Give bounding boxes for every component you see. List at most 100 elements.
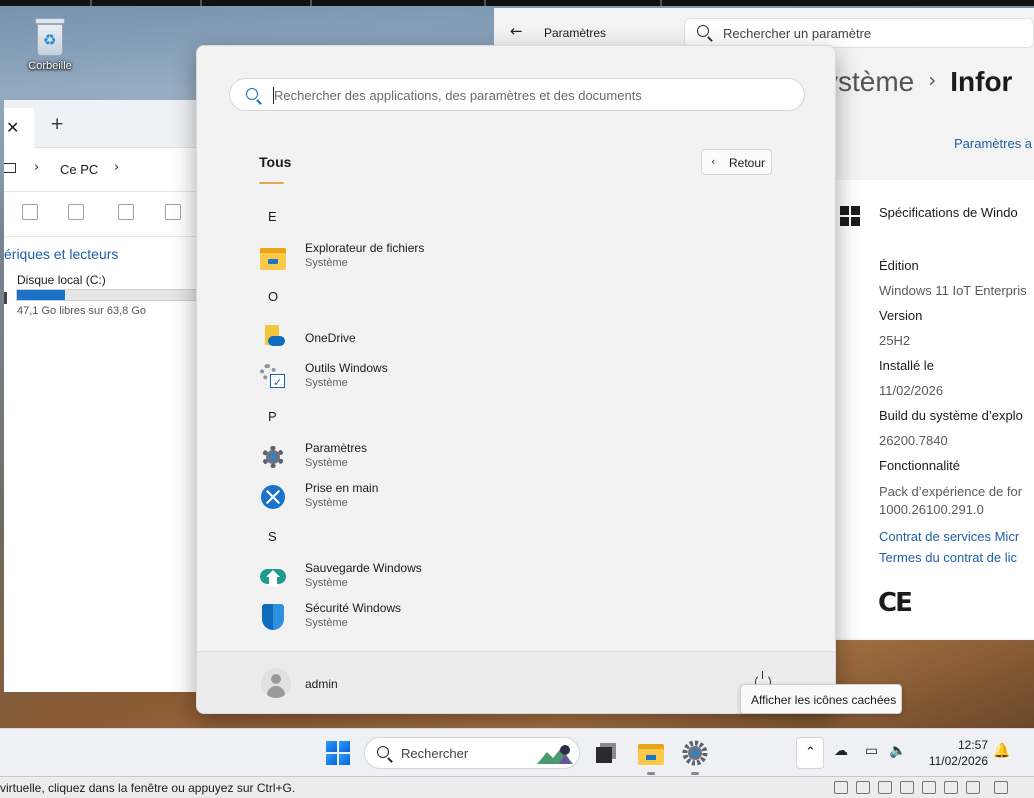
chevron-right-icon: › xyxy=(928,68,937,92)
breadcrumb-system[interactable]: ystème xyxy=(824,66,914,97)
volume-icon[interactable]: 🔈 xyxy=(889,743,906,759)
settings-gear-icon[interactable] xyxy=(681,739,709,767)
app-onedrive[interactable]: OneDrive xyxy=(257,319,777,357)
taskbar-clock[interactable]: 12:57 11/02/2026 xyxy=(918,737,988,769)
version-value: 25H2 xyxy=(879,333,911,348)
hdd-status-icon[interactable] xyxy=(834,781,848,794)
license-terms-link[interactable]: Termes du contrat de lic xyxy=(879,550,1017,565)
breadcrumb-this-pc[interactable]: Ce PC xyxy=(60,162,98,177)
windows-tools-icon: ✓ xyxy=(260,364,286,390)
share-icon[interactable] xyxy=(118,204,134,220)
experience-value: Pack d’expérience de for xyxy=(879,484,1023,499)
breadcrumb-info: Infor xyxy=(950,66,1013,97)
chevron-right-icon[interactable]: › xyxy=(34,160,39,175)
recycle-bin-label: Corbeille xyxy=(28,60,72,72)
app-windows-security[interactable]: Sécurité Windows Système xyxy=(257,599,777,637)
search-icon xyxy=(246,88,258,100)
notification-bell-icon[interactable]: 🔔 xyxy=(993,743,1010,759)
app-category: Système xyxy=(305,577,348,589)
taskbar-search-box[interactable]: Rechercher xyxy=(364,737,580,769)
app-category: Système xyxy=(305,497,348,509)
vm-status-message: virtuelle, cliquez dans la fenêtre ou ap… xyxy=(0,781,296,795)
host-key-icon[interactable] xyxy=(994,781,1008,794)
backup-icon xyxy=(260,564,286,590)
user-name[interactable]: admin xyxy=(305,677,338,691)
app-name: Sécurité Windows xyxy=(305,601,402,615)
shield-icon xyxy=(260,604,286,630)
task-view-icon[interactable] xyxy=(592,739,620,767)
close-tab-icon[interactable]: ✕ xyxy=(6,118,19,137)
explorer-address-bar[interactable]: › Ce PC › xyxy=(4,148,203,192)
app-windows-tools[interactable]: ✓ Outils Windows Système xyxy=(257,359,777,397)
explorer-tab[interactable]: ✕ xyxy=(4,108,34,148)
display-status-icon[interactable] xyxy=(966,781,980,794)
letter-header-e[interactable]: E xyxy=(268,209,277,224)
network-status-icon[interactable] xyxy=(878,781,892,794)
drive-c-usage-bar xyxy=(16,289,202,301)
letter-header-s[interactable]: S xyxy=(268,529,277,544)
edition-label: Édition xyxy=(879,258,919,273)
explorer-command-bar xyxy=(4,192,203,237)
clock-date: 11/02/2026 xyxy=(928,754,988,768)
usb-status-icon[interactable] xyxy=(922,781,936,794)
cloud-offline-icon[interactable]: ☁ xyxy=(834,743,848,759)
installed-on-value: 11/02/2026 xyxy=(879,383,944,398)
edition-value: Windows 11 IoT Enterpris xyxy=(879,283,1027,298)
user-avatar-icon[interactable] xyxy=(261,668,291,698)
app-name: Outils Windows xyxy=(305,361,388,375)
search-highlight-icon xyxy=(537,745,573,764)
network-icon[interactable]: ▭ xyxy=(865,743,878,759)
installed-on-label: Installé le xyxy=(879,358,934,373)
start-search-input[interactable] xyxy=(274,83,774,107)
recycle-bin[interactable]: ♻ Corbeille xyxy=(20,18,80,72)
chevron-right-icon[interactable]: › xyxy=(114,160,119,175)
app-settings[interactable]: Paramètres Système xyxy=(257,439,777,477)
shared-folder-status-icon[interactable] xyxy=(944,781,958,794)
delete-icon[interactable] xyxy=(165,204,181,220)
rename-icon[interactable] xyxy=(68,204,84,220)
vm-top-strip xyxy=(0,0,1034,6)
drive-c-name[interactable]: Disque local (C:) xyxy=(17,273,106,287)
start-search-box[interactable] xyxy=(229,78,805,111)
app-category: Système xyxy=(305,257,348,269)
app-name: Paramètres xyxy=(305,441,368,455)
new-tab-icon[interactable]: + xyxy=(50,114,64,134)
search-icon xyxy=(697,25,709,37)
back-arrow-icon[interactable]: ← xyxy=(510,22,523,40)
settings-search-box[interactable]: Rechercher un paramètre xyxy=(684,18,1034,48)
experience-label: Fonctionnalité xyxy=(879,458,960,473)
recycle-bin-icon: ♻ xyxy=(33,18,67,56)
audio-status-icon[interactable] xyxy=(900,781,914,794)
running-indicator xyxy=(647,772,655,775)
page-title: ystème › Infor xyxy=(824,66,1012,98)
tooltip-show-hidden-icons: Afficher les icônes cachées xyxy=(740,684,902,714)
file-explorer-icon[interactable] xyxy=(637,739,665,767)
chevron-left-icon: ‹ xyxy=(711,155,716,168)
os-build-label: Build du système d’explo xyxy=(879,408,1023,423)
search-icon xyxy=(377,746,389,758)
settings-gear-icon xyxy=(260,444,286,470)
app-windows-backup[interactable]: Sauvegarde Windows Système xyxy=(257,559,777,597)
letter-header-p[interactable]: P xyxy=(268,409,277,424)
file-explorer-window: ✕ + › Ce PC › ériques et lecteurs Disque… xyxy=(4,100,204,692)
app-name: OneDrive xyxy=(305,331,356,345)
back-button-label: Retour xyxy=(729,156,766,170)
start-menu: Tous ‹ Retour E Explorateur de fichiers … xyxy=(196,45,836,714)
windows-logo-icon xyxy=(840,206,860,226)
copy-icon[interactable] xyxy=(22,204,38,220)
services-agreement-link[interactable]: Contrat de services Micr xyxy=(879,529,1019,544)
app-category: Système xyxy=(305,457,348,469)
app-get-started[interactable]: Prise en main Système xyxy=(257,479,777,517)
taskbar: Rechercher ⌃ ☁ ▭ 🔈 12:57 11/02/2026 🔔 xyxy=(0,728,1034,776)
show-hidden-icons-button[interactable]: ⌃ xyxy=(796,737,824,769)
app-category: Système xyxy=(305,377,348,389)
app-name: Sauvegarde Windows xyxy=(305,561,422,575)
windows-specs-title[interactable]: Spécifications de Windo xyxy=(879,205,1018,220)
app-file-explorer[interactable]: Explorateur de fichiers Système xyxy=(257,239,777,277)
app-name: Prise en main xyxy=(305,481,379,495)
letter-header-o[interactable]: O xyxy=(268,289,278,304)
back-button[interactable]: ‹ Retour xyxy=(701,149,772,175)
optical-drive-status-icon[interactable] xyxy=(856,781,870,794)
windows-start-icon[interactable] xyxy=(326,741,350,765)
rename-pc-link[interactable]: Paramètres a xyxy=(954,136,1032,151)
